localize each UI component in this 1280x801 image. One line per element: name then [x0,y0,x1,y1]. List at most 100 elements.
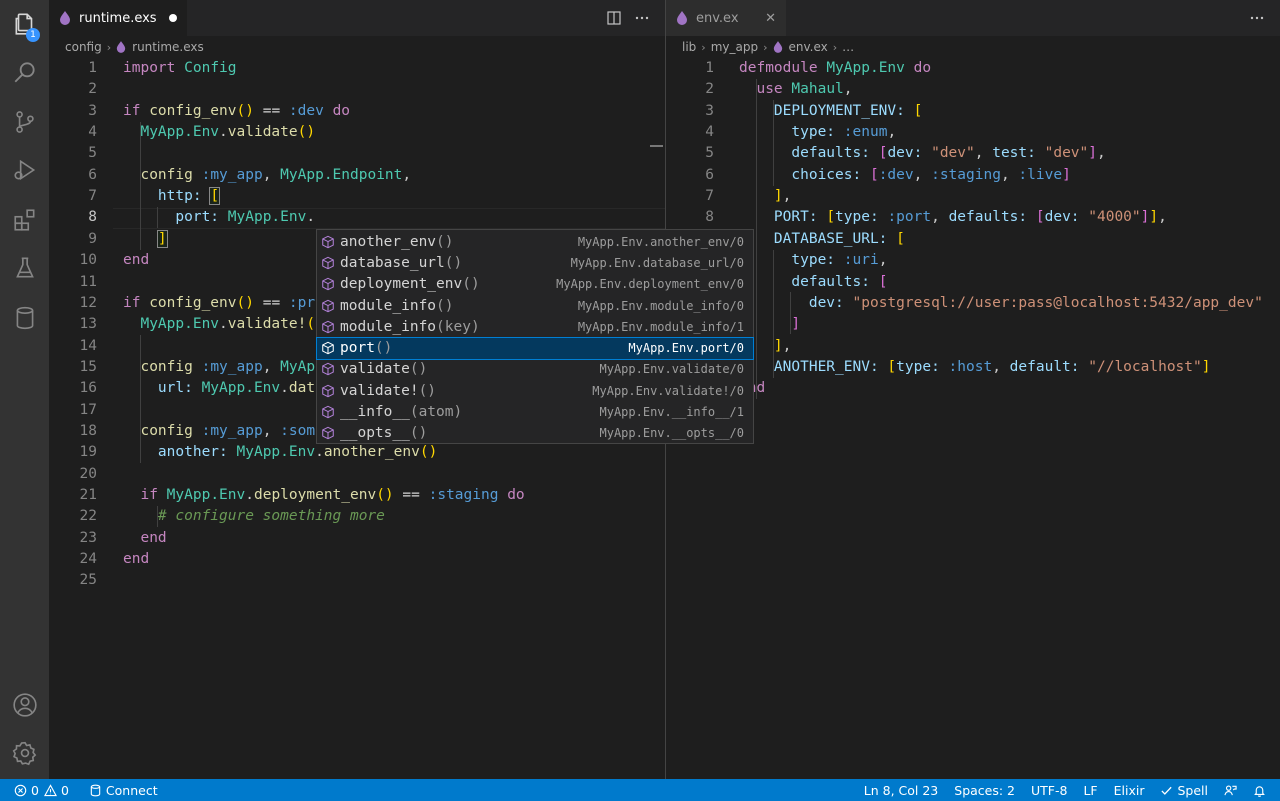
suggest-item-detail: MyApp.Env.validate!/0 [592,383,744,398]
suggest-item-detail: MyApp.Env.__info__/1 [599,405,745,420]
notifications-bell-icon[interactable] [1246,779,1280,801]
suggest-item-label: validate() [340,361,428,378]
spell-check[interactable]: Spell [1153,779,1215,801]
suggest-item-detail: MyApp.Env.module_info/1 [577,319,744,334]
encoding[interactable]: UTF-8 [1024,779,1076,801]
breadcrumb-item[interactable]: lib [682,40,696,54]
suggest-item-label: __info__(atom) [340,404,463,421]
source-control-icon[interactable] [0,98,49,146]
suggest-item-label: database_url() [340,254,463,271]
database-icon [90,784,101,796]
cursor-position[interactable]: Ln 8, Col 23 [857,779,948,801]
error-icon [14,784,27,796]
activity-bar: 1 [0,0,49,779]
suggest-item-signature: () [436,233,454,250]
database-icon[interactable] [0,294,49,342]
left-tabbar: runtime.exs [49,0,665,36]
explorer-badge: 1 [26,28,40,42]
method-cube-icon [322,235,334,248]
code-editor[interactable]: 1 defmodule MyApp.Env do 2 use Mahaul, 3 … [666,58,1280,779]
search-icon[interactable] [0,48,49,96]
autocomplete-suggest-widget[interactable]: another_env() MyApp.Env.another_env/0data… [316,229,754,444]
status-bar: 0 0 Connect Ln 8, Col 23 Spaces: 2 UTF-8… [0,779,1280,801]
right-tabbar: env.ex ✕ [666,0,1280,36]
elixir-file-icon [677,11,687,25]
elixir-file-icon [116,41,126,53]
suggest-item-detail: MyApp.Env.another_env/0 [577,234,744,249]
suggest-item-signature: () [374,340,393,357]
suggest-item[interactable]: another_env() MyApp.Env.another_env/0 [317,231,753,252]
suggest-item-detail: MyApp.Env.__opts__/0 [599,426,745,441]
suggest-item[interactable]: __opts__() MyApp.Env.__opts__/0 [317,423,753,444]
breadcrumb-item[interactable]: runtime.exs [132,40,204,54]
chevron-right-icon: › [106,40,112,54]
settings-gear-icon[interactable] [0,729,49,777]
suggest-item[interactable]: validate!() MyApp.Env.validate!/0 [317,380,753,401]
connect-label: Connect [105,782,158,798]
suggest-item-label: another_env() [340,233,454,250]
warning-count: 0 [60,782,69,798]
connect-button[interactable]: Connect [82,779,165,801]
method-cube-icon [322,384,334,398]
more-actions-icon[interactable] [631,7,653,29]
feedback-icon[interactable] [1215,779,1246,801]
method-cube-icon [322,320,334,334]
problems-indicator[interactable]: 0 0 [0,779,76,801]
suggest-item[interactable]: module_info() MyApp.Env.module_info/0 [317,295,753,316]
suggest-item[interactable]: port() MyApp.Env.port/0 [316,336,754,360]
breadcrumb-item[interactable]: env.ex [789,40,828,54]
more-actions-icon[interactable] [1246,7,1268,29]
method-cube-icon [322,256,334,270]
breadcrumb: lib › my_app › env.ex › … [666,36,1280,58]
end-of-line[interactable]: LF [1076,779,1106,801]
suggest-item-label: deployment_env() [340,276,480,293]
breadcrumb-item[interactable]: config [65,40,102,54]
spell-label: Spell [1177,782,1208,798]
extensions-icon[interactable] [0,196,49,244]
account-icon[interactable] [0,681,49,729]
suggest-item-label: module_info() [340,297,454,314]
close-icon[interactable]: ✕ [765,11,776,26]
suggest-item[interactable]: database_url() MyApp.Env.database_url/0 [317,252,753,273]
indentation[interactable]: Spaces: 2 [947,779,1024,801]
breadcrumb-item[interactable]: my_app [711,40,758,54]
scrollbar-marker [650,145,663,147]
suggest-item-signature: () [436,297,454,314]
suggest-item-detail: MyApp.Env.module_info/0 [577,298,744,313]
method-cube-icon [322,299,334,312]
warning-icon [43,783,57,796]
suggest-item-detail: MyApp.Env.port/0 [628,341,744,356]
explorer-files-icon[interactable]: 1 [0,0,49,48]
run-debug-icon[interactable] [0,146,49,194]
elixir-file-icon [773,41,782,53]
check-icon [1161,786,1173,795]
split-editor-icon[interactable] [603,7,625,29]
suggest-item-signature: () [418,382,437,399]
tab-runtime-exs[interactable]: runtime.exs [49,0,187,36]
chevron-right-icon: › [701,40,706,54]
method-cube-icon [322,341,334,355]
suggest-item[interactable]: __info__(atom) MyApp.Env.__info__/1 [317,401,753,422]
suggest-item[interactable]: deployment_env() MyApp.Env.deployment_env… [317,274,753,295]
elixir-file-icon [60,11,70,25]
method-cube-icon [322,277,334,291]
testing-icon[interactable] [0,244,49,292]
method-cube-icon [322,405,334,419]
tab-label: runtime.exs [79,10,157,26]
method-cube-icon [322,427,334,440]
unsaved-dot-icon[interactable] [168,14,177,22]
language-mode[interactable]: Elixir [1107,779,1154,801]
method-cube-icon [322,363,334,376]
suggest-item-detail: MyApp.Env.validate/0 [599,362,745,377]
suggest-item-detail: MyApp.Env.database_url/0 [570,255,744,270]
tab-env-ex[interactable]: env.ex ✕ [666,0,786,36]
suggest-item-detail: MyApp.Env.deployment_env/0 [556,277,744,292]
suggest-item-signature: () [409,425,428,442]
suggest-item-signature: () [444,254,463,271]
chevron-right-icon: › [763,40,768,54]
tab-label: env.ex [696,10,739,26]
breadcrumb-item[interactable]: … [842,40,854,54]
chevron-right-icon: › [832,40,838,54]
suggest-item[interactable]: module_info(key) MyApp.Env.module_info/1 [317,316,753,337]
suggest-item[interactable]: validate() MyApp.Env.validate/0 [317,359,753,380]
